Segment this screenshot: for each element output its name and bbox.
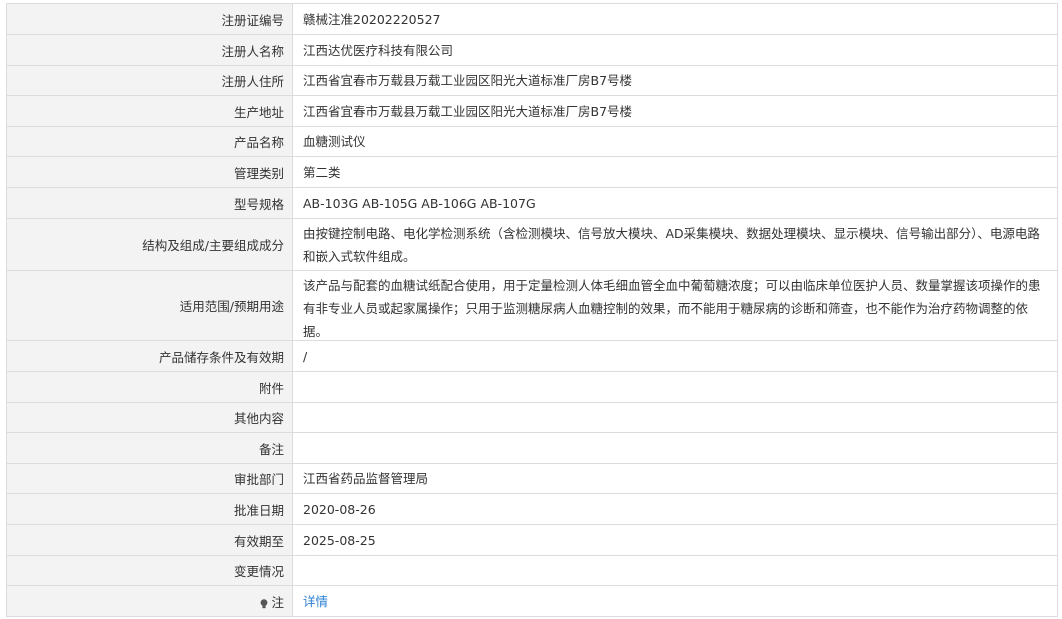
row-value: 2020-08-26 bbox=[303, 501, 376, 517]
row-product-name: 产品名称 血糖测试仪 bbox=[6, 127, 1058, 157]
row-label: 备注 bbox=[7, 433, 293, 463]
row-value: 详情 bbox=[293, 586, 1057, 616]
row-label: 注册人名称 bbox=[7, 35, 293, 65]
row-approval-date: 批准日期 2020-08-26 bbox=[6, 494, 1058, 525]
bulb-icon bbox=[260, 597, 268, 609]
row-label: 注册证编号 bbox=[7, 4, 293, 34]
row-value: 江西省宜春市万载县万载工业园区阳光大道标准厂房B7号楼 bbox=[303, 73, 633, 88]
row-registration-number: 注册证编号 赣械注准20202220527 bbox=[6, 4, 1058, 35]
row-value: 江西达优医疗科技有限公司 bbox=[303, 42, 454, 58]
row-label: 注 bbox=[7, 586, 293, 616]
row-label: 生产地址 bbox=[7, 96, 293, 126]
row-registrant-name: 注册人名称 江西达优医疗科技有限公司 bbox=[6, 35, 1058, 66]
row-value: 2025-08-25 bbox=[303, 532, 376, 548]
row-label: 适用范围/预期用途 bbox=[7, 271, 293, 340]
row-change-status: 变更情况 bbox=[6, 556, 1058, 586]
row-valid-until: 有效期至 2025-08-25 bbox=[6, 525, 1058, 556]
row-value: / bbox=[303, 348, 308, 364]
row-value: 赣械注准20202220527 bbox=[303, 11, 441, 27]
row-value: 江西省药品监督管理局 bbox=[303, 471, 429, 486]
row-value bbox=[293, 372, 1057, 402]
row-registrant-address: 注册人住所 江西省宜春市万载县万载工业园区阳光大道标准厂房B7号楼 bbox=[6, 66, 1058, 96]
row-label: 其他内容 bbox=[7, 403, 293, 432]
row-label: 审批部门 bbox=[7, 464, 293, 493]
row-remarks: 备注 bbox=[6, 433, 1058, 464]
row-structure-composition: 结构及组成/主要组成成分 由按键控制电路、电化学检测系统（含检测模块、信号放大模… bbox=[6, 219, 1058, 271]
row-approval-department: 审批部门 江西省药品监督管理局 bbox=[6, 464, 1058, 494]
row-value bbox=[293, 403, 1057, 432]
row-value: 该产品与配套的血糖试纸配合使用，用于定量检测人体毛细血管全血中葡萄糖浓度；可以由… bbox=[303, 278, 1041, 339]
row-label: 批准日期 bbox=[7, 494, 293, 524]
row-production-address: 生产地址 江西省宜春市万载县万载工业园区阳光大道标准厂房B7号楼 bbox=[6, 96, 1058, 127]
row-management-category: 管理类别 第二类 bbox=[6, 157, 1058, 188]
row-intended-use: 适用范围/预期用途 该产品与配套的血糖试纸配合使用，用于定量检测人体毛细血管全血… bbox=[6, 271, 1058, 341]
row-label: 附件 bbox=[7, 372, 293, 402]
row-value: 血糖测试仪 bbox=[303, 134, 366, 149]
row-note: 注 详情 bbox=[6, 586, 1058, 617]
row-value: 由按键控制电路、电化学检测系统（含检测模块、信号放大模块、AD采集模块、数据处理… bbox=[303, 226, 1040, 264]
row-label: 产品储存条件及有效期 bbox=[7, 341, 293, 371]
row-label: 结构及组成/主要组成成分 bbox=[7, 219, 293, 270]
row-value bbox=[293, 433, 1057, 463]
row-attachment: 附件 bbox=[6, 372, 1058, 403]
note-label: 注 bbox=[271, 594, 284, 610]
row-storage-validity: 产品储存条件及有效期 / bbox=[6, 341, 1058, 372]
row-value: 江西省宜春市万载县万载工业园区阳光大道标准厂房B7号楼 bbox=[303, 103, 633, 119]
row-label: 管理类别 bbox=[7, 157, 293, 187]
row-value bbox=[293, 556, 1057, 585]
row-value: AB-103G AB-105G AB-106G AB-107G bbox=[303, 195, 536, 211]
row-label: 注册人住所 bbox=[7, 66, 293, 95]
row-label: 变更情况 bbox=[7, 556, 293, 585]
row-label: 型号规格 bbox=[7, 188, 293, 218]
details-link[interactable]: 详情 bbox=[303, 590, 328, 613]
row-value: 第二类 bbox=[303, 164, 341, 180]
row-other-content: 其他内容 bbox=[6, 403, 1058, 433]
row-model-spec: 型号规格 AB-103G AB-105G AB-106G AB-107G bbox=[6, 188, 1058, 219]
row-label: 有效期至 bbox=[7, 525, 293, 555]
registration-detail-table: 注册证编号 赣械注准20202220527 注册人名称 江西达优医疗科技有限公司… bbox=[6, 3, 1058, 617]
row-label: 产品名称 bbox=[7, 127, 293, 156]
